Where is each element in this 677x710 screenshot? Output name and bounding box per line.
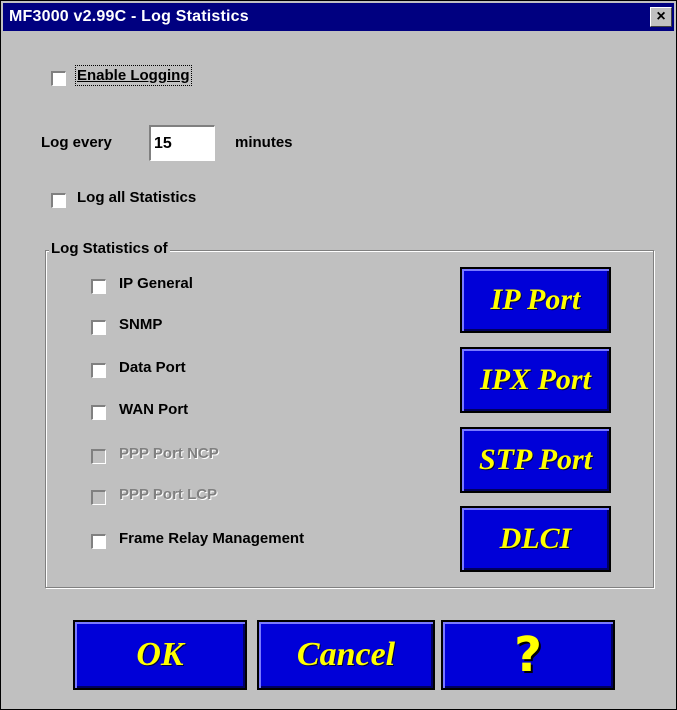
snmp-label[interactable]: SNMP (119, 316, 162, 333)
data-port-label[interactable]: Data Port (119, 359, 186, 376)
ppp-port-ncp-label: PPP Port NCP (119, 445, 219, 462)
dlci-button[interactable]: DLCI (460, 506, 611, 572)
snmp-checkbox[interactable] (91, 320, 106, 335)
ip-general-checkbox[interactable] (91, 279, 106, 294)
ppp-port-lcp-checkbox (91, 490, 106, 505)
enable-logging-checkbox[interactable] (51, 71, 66, 86)
wan-port-checkbox[interactable] (91, 405, 106, 420)
log-all-statistics-checkbox[interactable] (51, 193, 66, 208)
minutes-label: minutes (235, 134, 293, 151)
log-statistics-dialog: MF3000 v2.99C - Log Statistics × Enable … (0, 0, 677, 710)
enable-logging-label[interactable]: Enable Logging (75, 65, 192, 86)
title-bar: MF3000 v2.99C - Log Statistics × (3, 3, 674, 31)
ok-button[interactable]: OK (73, 620, 247, 690)
group-caption: Log Statistics of (49, 240, 170, 257)
data-port-checkbox[interactable] (91, 363, 106, 378)
log-every-label: Log every (41, 134, 112, 151)
window-title: MF3000 v2.99C - Log Statistics (9, 8, 249, 25)
ip-port-button[interactable]: IP Port (460, 267, 611, 333)
log-interval-input[interactable] (149, 125, 215, 161)
close-icon[interactable]: × (650, 7, 672, 27)
enable-logging-label-text: Enable Logging (77, 67, 190, 84)
ipx-port-button[interactable]: IPX Port (460, 347, 611, 413)
frame-relay-management-checkbox[interactable] (91, 534, 106, 549)
help-question-icon: ? (514, 627, 542, 683)
cancel-button[interactable]: Cancel (257, 620, 435, 690)
log-all-statistics-label[interactable]: Log all Statistics (77, 189, 196, 206)
ip-general-label[interactable]: IP General (119, 275, 193, 292)
stp-port-button[interactable]: STP Port (460, 427, 611, 493)
wan-port-label[interactable]: WAN Port (119, 401, 188, 418)
ppp-port-lcp-label: PPP Port LCP (119, 486, 218, 503)
frame-relay-management-label[interactable]: Frame Relay Management (119, 530, 304, 547)
ppp-port-ncp-checkbox (91, 449, 106, 464)
help-button[interactable]: ? (441, 620, 615, 690)
